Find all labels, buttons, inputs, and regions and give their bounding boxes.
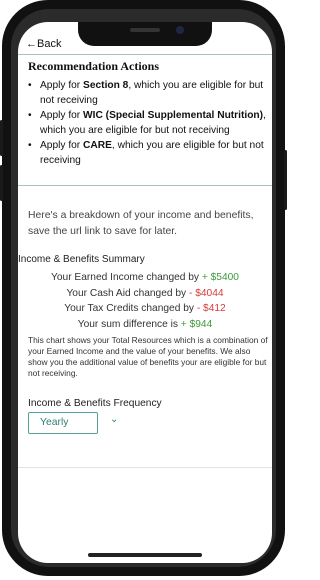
summary-label: Your Tax Credits changed by [64,303,197,314]
summary-line-tax-credits: Your Tax Credits changed by - $412 [18,301,272,317]
frequency-label: Income & Benefits Frequency [28,398,162,409]
summary-heading: Income & Benefits Summary [18,254,145,265]
recommendation-prefix: Apply for [40,80,84,91]
notch [78,22,212,46]
chevron-down-icon[interactable]: ⌄ [110,414,118,425]
summary-label: Your Earned Income changed by [51,272,202,283]
bullet-icon: • [28,80,32,91]
frequency-select[interactable]: Yearly [28,412,98,434]
recommendation-prefix: Apply for [40,110,84,121]
summary-line-sum-difference: Your sum difference is + $944 [18,317,272,333]
recommendation-program: CARE [83,140,112,151]
recommendations-list: • Apply for Section 8, which you are elig… [24,78,272,168]
summary-label: Your sum difference is [77,318,181,330]
list-item: • Apply for Section 8, which you are elig… [24,78,272,108]
camera-icon [176,26,184,34]
phone-screen: ←Back Recommendation Actions • Apply for … [18,22,272,563]
summary-value: - $412 [196,303,226,314]
side-button-left-2 [0,165,3,201]
divider [18,467,272,468]
divider [18,54,272,55]
speaker-grille [130,28,160,32]
side-button-right [284,150,287,210]
summary-value: + $944 [180,318,213,330]
recommendation-prefix: Apply for [40,140,84,151]
summary-lines: Your Earned Income changed by + $5400 Yo… [18,270,272,332]
back-button[interactable]: ←Back [26,38,61,50]
summary-label: Your Cash Aid changed by [66,287,189,299]
chart-explanation: This chart shows your Total Resources wh… [28,335,268,378]
recommendations-title: Recommendation Actions [28,59,159,73]
breakdown-intro: Here's a breakdown of your income and be… [28,210,254,237]
bullet-icon: • [28,110,32,121]
summary-value: + $5400 [201,272,239,283]
recommendation-program: WIC (Special Supplemental Nutrition) [83,110,264,121]
recommendation-program: Section 8 [83,80,129,91]
summary-value: - $4044 [188,287,224,299]
home-indicator [88,553,202,557]
back-arrow-icon: ← [26,38,37,50]
list-item: • Apply for CARE, which you are eligible … [24,138,272,168]
back-label: Back [37,38,62,50]
side-button-left [0,120,3,156]
phone-frame: ←Back Recommendation Actions • Apply for … [0,0,287,580]
summary-line-earned-income: Your Earned Income changed by + $5400 [18,270,272,286]
list-item: • Apply for WIC (Special Supplemental Nut… [24,108,272,138]
summary-line-cash-aid: Your Cash Aid changed by - $4044 [18,286,272,302]
bullet-icon: • [28,140,32,151]
divider [18,185,272,186]
